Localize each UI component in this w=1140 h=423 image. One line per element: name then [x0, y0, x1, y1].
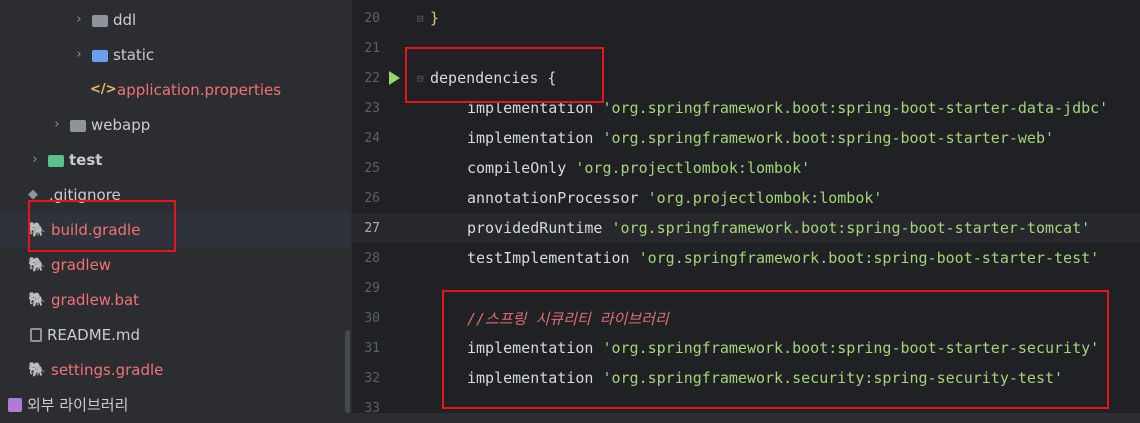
folder-icon: [92, 14, 108, 27]
tree-item-label: README.md: [47, 325, 141, 344]
code-keyword: providedRuntime: [467, 219, 612, 237]
gradle-icon: 🐘: [28, 221, 46, 238]
line-number: 20: [364, 10, 380, 26]
chevron-right-icon[interactable]: ›: [28, 152, 42, 167]
tree-item-static[interactable]: › static: [0, 37, 350, 72]
code-line-current: 27 providedRuntime 'org.springframework.…: [352, 213, 1140, 243]
tree-item-settings-gradle[interactable]: 🐘 settings.gradle: [0, 352, 350, 387]
code-line: 28 testImplementation 'org.springframewo…: [352, 243, 1140, 273]
line-number: 22: [364, 70, 380, 86]
tree-item-label: ddl: [113, 10, 137, 29]
tree-item-label: settings.gradle: [51, 360, 164, 379]
code-keyword: implementation: [467, 339, 603, 357]
tree-item-label: gradlew: [51, 255, 112, 274]
code-line: 21: [352, 33, 1140, 63]
fold-icon[interactable]: ⊟: [417, 72, 424, 85]
code-line: 26 annotationProcessor 'org.projectlombo…: [352, 183, 1140, 213]
tree-item-label: gradlew.bat: [51, 290, 140, 309]
tree-item-label: application.properties: [117, 80, 282, 99]
line-number: 24: [364, 130, 380, 146]
code-text: }: [430, 9, 440, 27]
tree-item-application-properties[interactable]: </> application.properties: [0, 72, 350, 107]
line-number: 23: [364, 100, 380, 116]
line-number: 25: [364, 160, 380, 176]
code-line: 33: [352, 393, 1140, 423]
tree-item-webapp[interactable]: › webapp: [0, 107, 350, 142]
code-keyword: implementation: [467, 129, 603, 147]
git-icon: ◆: [28, 187, 38, 202]
code-line: 24 implementation 'org.springframework.b…: [352, 123, 1140, 153]
code-string: 'org.projectlombok:lombok': [647, 189, 883, 207]
code-comment: //스프링 시큐리티 라이브러리: [467, 309, 669, 328]
code-line: 32 implementation 'org.springframework.s…: [352, 363, 1140, 393]
line-number: 26: [364, 190, 380, 206]
chevron-right-icon[interactable]: ›: [72, 47, 86, 62]
code-text: dependencies {: [430, 69, 557, 87]
code-string: 'org.springframework.boot:spring-boot-st…: [602, 339, 1100, 357]
gradle-icon: 🐘: [28, 291, 46, 308]
gradle-icon: 🐘: [28, 361, 46, 378]
tree-item-label: .gitignore: [49, 185, 121, 204]
code-line: 30 //스프링 시큐리티 라이브러리: [352, 303, 1140, 333]
tree-item-label: 외부 라이브러리: [27, 396, 129, 413]
tree-item-label: static: [113, 45, 155, 64]
code-editor[interactable]: 20 ⊟ } 21 22 ⊟ dependencies { 23 impleme…: [352, 0, 1140, 416]
line-number: 21: [364, 40, 380, 56]
properties-file-icon: </>: [90, 82, 117, 97]
library-icon: [8, 397, 22, 412]
code-string: 'org.springframework.boot:spring-boot-st…: [602, 129, 1055, 147]
code-line: 23 implementation 'org.springframework.b…: [352, 93, 1140, 123]
chevron-right-icon[interactable]: ›: [72, 12, 86, 27]
tree-item-external-libraries[interactable]: 외부 라이브러리: [0, 387, 350, 413]
markdown-file-icon: [30, 327, 42, 342]
tree-item-gitignore[interactable]: ◆ .gitignore: [0, 177, 350, 212]
code-keyword: annotationProcessor: [467, 189, 648, 207]
run-icon[interactable]: [389, 71, 400, 85]
fold-icon[interactable]: ⊟: [417, 12, 424, 25]
code-string: 'org.springframework.boot:spring-boot-st…: [638, 249, 1100, 267]
gradle-icon: 🐘: [28, 256, 46, 273]
line-number: 33: [364, 400, 380, 416]
code-keyword: implementation: [467, 99, 603, 117]
line-number: 29: [364, 280, 380, 296]
test-folder-icon: [48, 154, 64, 167]
code-keyword: compileOnly: [467, 159, 576, 177]
code-string: 'org.springframework.security:spring-sec…: [602, 369, 1064, 387]
code-string: 'org.springframework.boot:spring-boot-st…: [611, 219, 1091, 237]
code-string: 'org.projectlombok:lombok': [575, 159, 811, 177]
code-keyword: testImplementation: [467, 249, 639, 267]
tree-item-ddl[interactable]: › ddl: [0, 2, 350, 37]
line-number: 28: [364, 250, 380, 266]
tree-item-gradlew-bat[interactable]: 🐘 gradlew.bat: [0, 282, 350, 317]
code-keyword: implementation: [467, 369, 603, 387]
tree-item-label: build.gradle: [51, 220, 141, 239]
code-line: 22 ⊟ dependencies {: [352, 63, 1140, 93]
code-line: 29: [352, 273, 1140, 303]
tree-item-test[interactable]: › test: [0, 142, 350, 177]
code-line: 20 ⊟ }: [352, 3, 1140, 33]
code-line: 25 compileOnly 'org.projectlombok:lombok…: [352, 153, 1140, 183]
tree-item-build-gradle[interactable]: 🐘 build.gradle: [0, 212, 350, 247]
tree-scrollbar[interactable]: [345, 330, 350, 413]
line-number: 30: [364, 310, 380, 326]
tree-item-label: test: [69, 150, 103, 169]
line-number: 32: [364, 370, 380, 386]
chevron-right-icon[interactable]: ›: [50, 117, 64, 132]
line-number: 27: [364, 220, 380, 236]
folder-icon: [70, 119, 86, 132]
tree-item-label: webapp: [91, 115, 151, 134]
code-string: 'org.springframework.boot:spring-boot-st…: [602, 99, 1109, 117]
line-number: 31: [364, 340, 380, 356]
web-folder-icon: [92, 49, 108, 62]
project-tree: › ddl › static </> application.propertie…: [0, 0, 350, 413]
tree-item-readme[interactable]: README.md: [0, 317, 350, 352]
tree-item-gradlew[interactable]: 🐘 gradlew: [0, 247, 350, 282]
code-line: 31 implementation 'org.springframework.b…: [352, 333, 1140, 363]
